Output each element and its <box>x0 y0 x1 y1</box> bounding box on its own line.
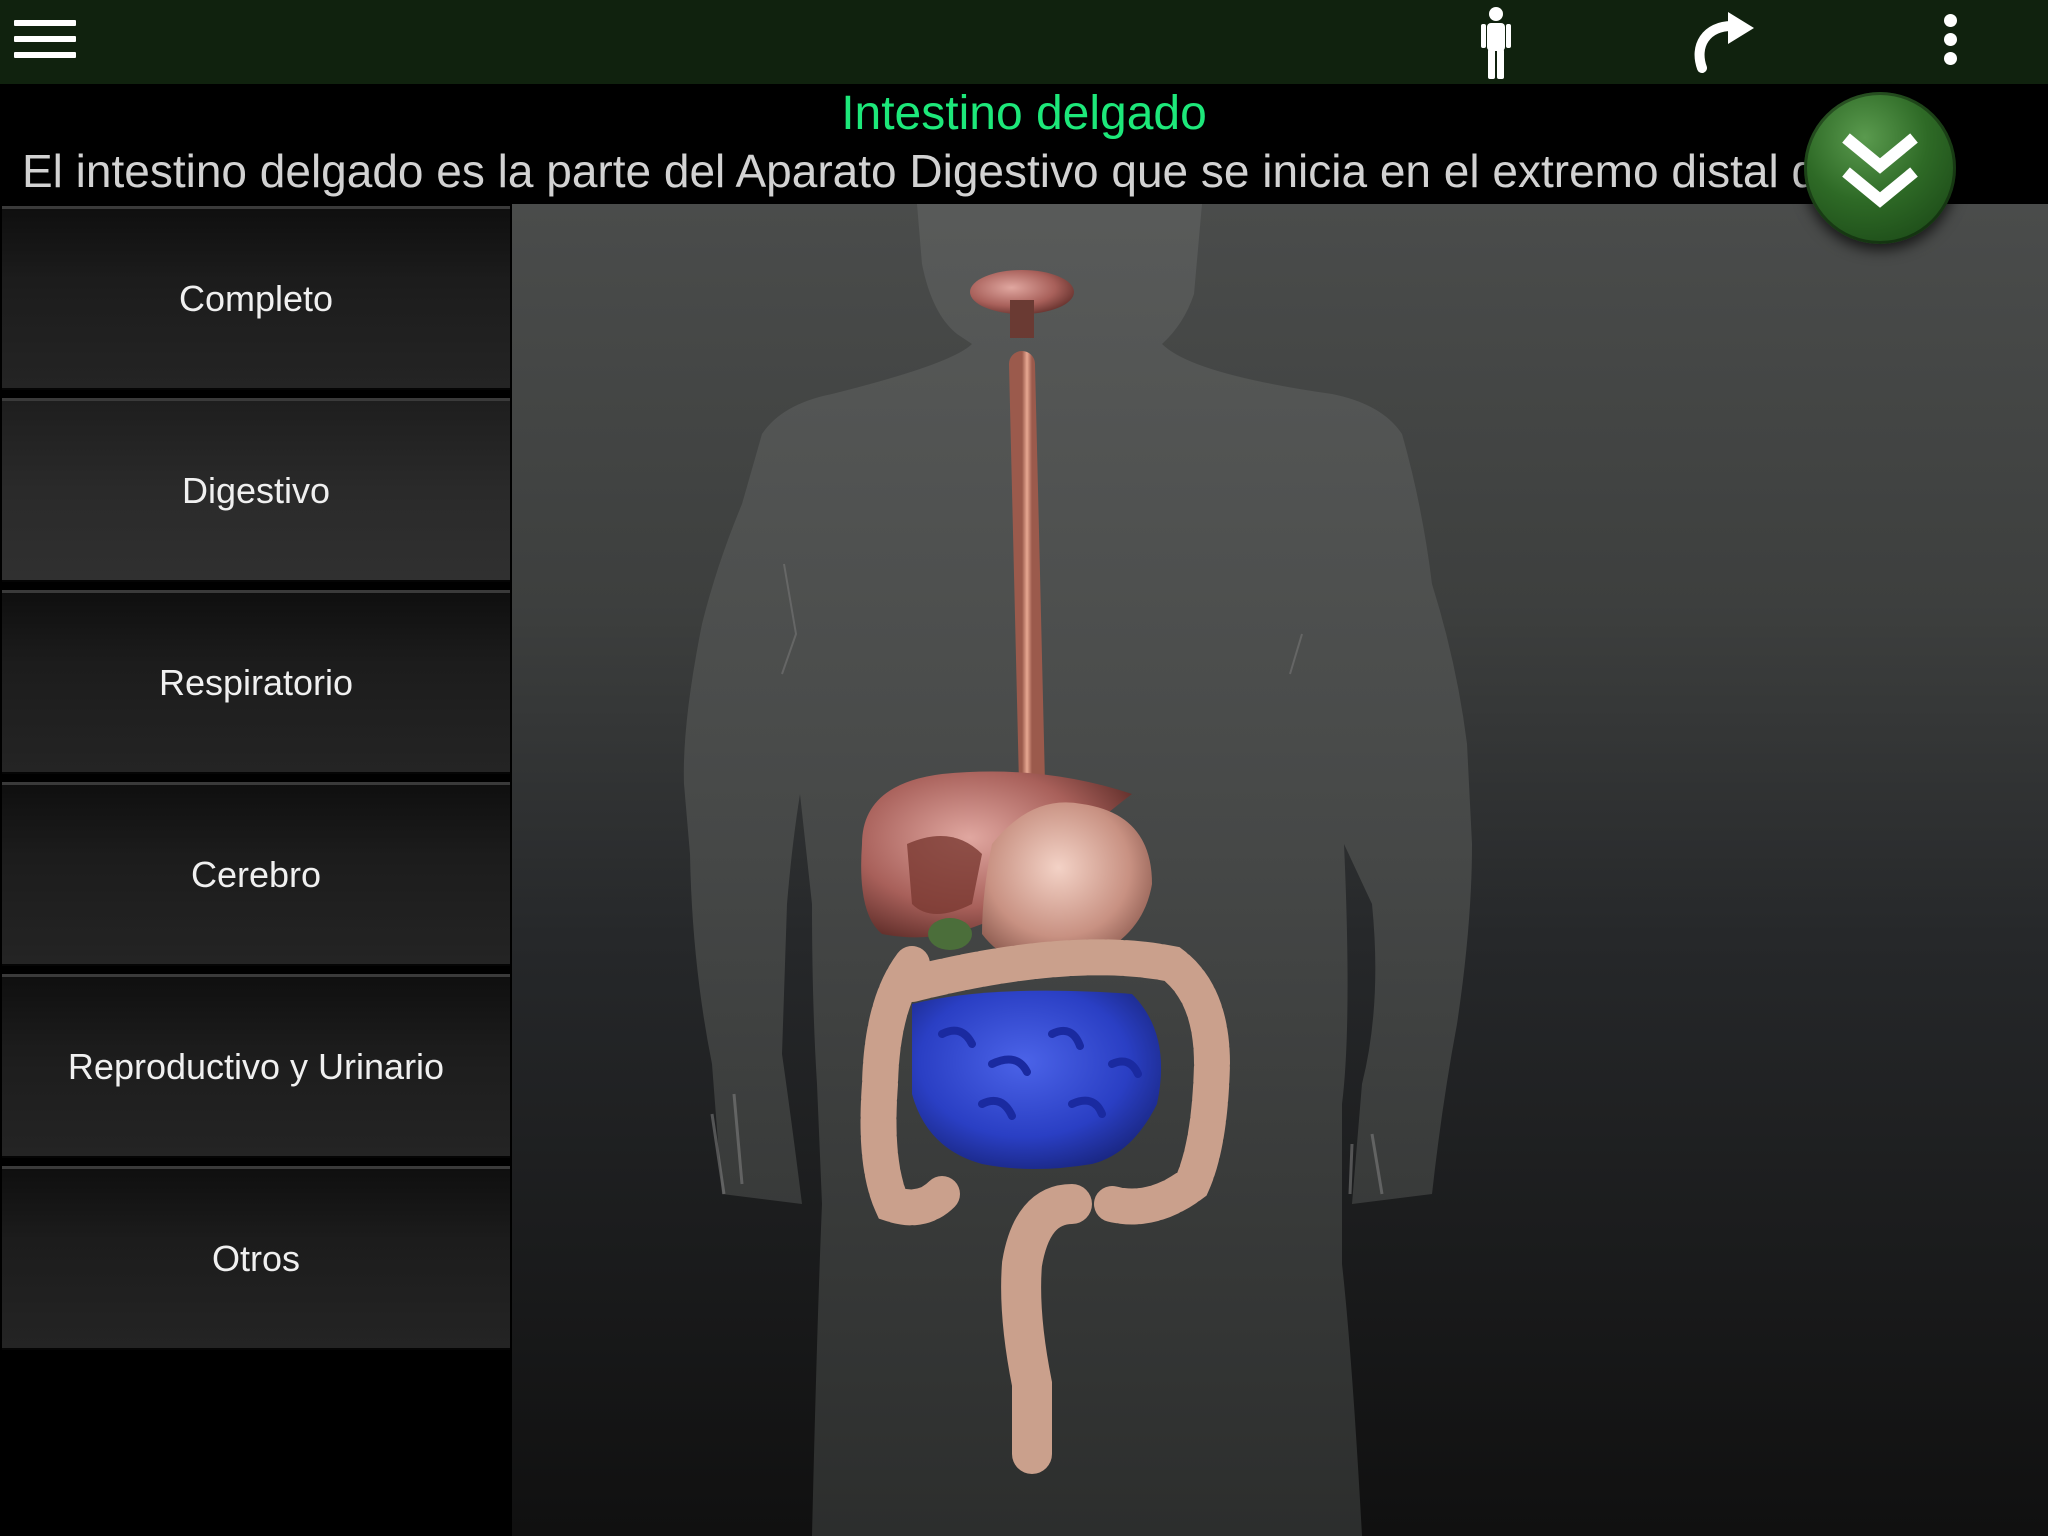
esophagus-organ <box>1009 351 1045 797</box>
redo-arrow-icon[interactable] <box>1688 10 1758 74</box>
app-toolbar <box>0 0 2048 85</box>
system-category-sidebar: Completo Digestivo Respiratorio Cerebro … <box>0 204 512 1536</box>
more-vertical-icon[interactable] <box>1932 14 1968 72</box>
3d-anatomy-viewport[interactable] <box>512 204 2048 1536</box>
category-completo-button[interactable]: Completo <box>2 206 510 390</box>
anatomy-model[interactable] <box>512 204 2048 1536</box>
category-otros-button[interactable]: Otros <box>2 1166 510 1350</box>
organ-title: Intestino delgado <box>841 87 1207 140</box>
human-figure-icon[interactable] <box>1470 4 1522 82</box>
expand-description-button[interactable] <box>1804 92 1956 244</box>
category-respiratorio-button[interactable]: Respiratorio <box>2 590 510 774</box>
category-reproductivo-button[interactable]: Reproductivo y Urinario <box>2 974 510 1158</box>
small-intestine-organ <box>912 990 1162 1169</box>
double-chevron-down-icon <box>1842 133 1918 208</box>
category-cerebro-button[interactable]: Cerebro <box>2 782 510 966</box>
organ-description[interactable]: El intestino delgado es la parte del Apa… <box>22 142 2032 200</box>
organ-info-header: Intestino delgado El intestino delgado e… <box>0 84 2048 204</box>
hamburger-menu-icon[interactable] <box>14 20 76 66</box>
category-digestivo-button[interactable]: Digestivo <box>2 398 510 582</box>
gallbladder-organ <box>928 918 972 950</box>
